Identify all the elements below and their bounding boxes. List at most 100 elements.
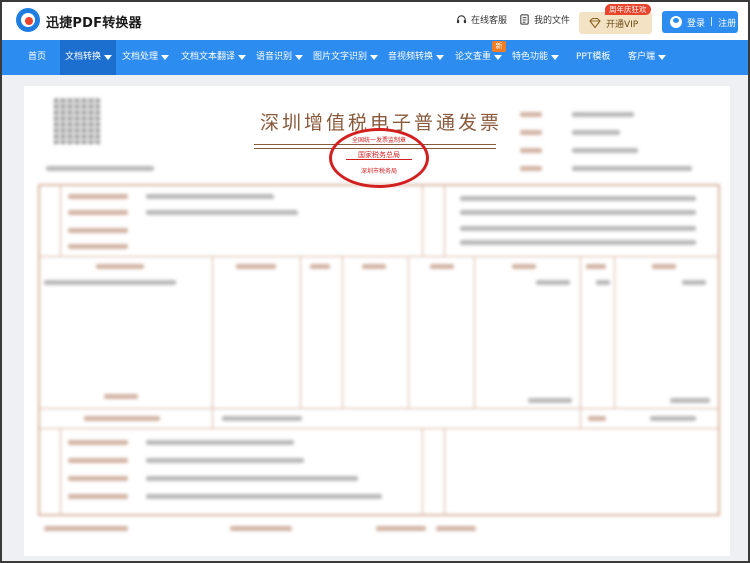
blurred-text (146, 494, 382, 499)
blurred-text (84, 416, 160, 421)
nav-item-client[interactable]: 客户端 (628, 40, 667, 75)
blurred-text (536, 280, 570, 285)
blurred-text (682, 280, 706, 285)
chevron-down-icon (295, 55, 304, 60)
nav-item-label: 文档文本翻译 (181, 52, 236, 62)
vip-label: 开通VIP (606, 19, 639, 30)
nav-item-doc-process[interactable]: 文档处理 (122, 40, 170, 75)
my-files-label: 我的文件 (534, 16, 571, 26)
blurred-text (596, 280, 610, 285)
blurred-text (520, 130, 542, 135)
blurred-text (460, 226, 696, 231)
table-divider (212, 408, 213, 428)
stamp-bottom-text: 深圳市税务局 (360, 168, 397, 175)
blurred-text (68, 228, 128, 233)
nav-item-features[interactable]: 特色功能 (512, 40, 560, 75)
blurred-text (650, 416, 696, 421)
nav-item-label: 特色功能 (512, 52, 549, 62)
online-service-link[interactable]: 在线客服 (456, 13, 507, 26)
login-register-button[interactable]: 登录 | 注册 (662, 11, 738, 33)
table-divider (580, 256, 581, 408)
new-badge: 新 (492, 41, 506, 52)
table-divider (614, 256, 615, 408)
nav-item-label: 论文查重 (455, 52, 492, 62)
blurred-text (68, 210, 128, 215)
chevron-down-icon (436, 55, 445, 60)
nav-item-av-convert[interactable]: 音视频转换 (388, 40, 445, 75)
promo-badge: 周年庆狂欢 (605, 4, 651, 15)
blurred-text (460, 240, 696, 245)
chevron-down-icon (161, 55, 170, 60)
blurred-text (512, 264, 536, 269)
stamp-divider (346, 159, 412, 160)
blurred-text (146, 458, 304, 463)
table-border (38, 184, 40, 516)
chevron-down-icon (104, 55, 113, 60)
online-service-label: 在线客服 (471, 16, 508, 26)
stamp-top-text: 全国统一发票监制章 (351, 137, 406, 144)
blurred-text (222, 416, 302, 421)
nav-item-ppt-templates[interactable]: PPT模板 (576, 40, 610, 75)
blurred-text (230, 526, 292, 531)
nav-item-label: 语音识别 (256, 52, 293, 62)
blurred-text (310, 264, 330, 269)
blurred-text (68, 476, 128, 481)
table-divider (474, 256, 475, 408)
blurred-text (44, 526, 128, 531)
table-divider (422, 428, 423, 514)
blurred-text (68, 458, 128, 463)
table-divider (580, 408, 581, 428)
login-separator: | (710, 17, 714, 27)
blurred-text (572, 112, 634, 117)
blurred-text (44, 280, 176, 285)
chevron-down-icon (370, 55, 379, 60)
blurred-text (146, 194, 274, 199)
nav-item-label: 客户端 (628, 52, 656, 62)
chevron-down-icon (494, 55, 503, 60)
blurred-text (376, 526, 426, 531)
blurred-text (146, 440, 294, 445)
blurred-text (460, 196, 696, 201)
register-label[interactable]: 注册 (718, 16, 736, 29)
my-files-link[interactable]: 我的文件 (519, 13, 570, 26)
login-label[interactable]: 登录 (687, 16, 705, 29)
nav-item-label: 音视频转换 (388, 52, 434, 62)
blurred-text (436, 526, 476, 531)
chevron-down-icon (551, 55, 560, 60)
main-nav: 首页 文档转换 文档处理 文档文本翻译 语音识别 图片文字识别 音视频转换 论文… (2, 40, 748, 75)
table-border (718, 184, 720, 516)
nav-item-speech-recognition[interactable]: 语音识别 (256, 40, 304, 75)
nav-item-doc-convert[interactable]: 文档转换 (60, 40, 116, 75)
blurred-text (520, 112, 542, 117)
blurred-text (588, 416, 606, 421)
invoice-preview: 深圳增值税电子普通发票 全国统一发票监制章 国家税务总局 深圳市税务局 (24, 86, 730, 556)
blurred-text (528, 398, 572, 403)
nav-item-image-ocr[interactable]: 图片文字识别 (313, 40, 379, 75)
blurred-text (146, 476, 358, 481)
blurred-text (104, 394, 138, 399)
brand-name[interactable]: 迅捷PDF转换器 (46, 12, 142, 31)
blurred-text (236, 264, 276, 269)
blurred-text (586, 264, 606, 269)
blurred-text (670, 398, 710, 403)
table-divider (444, 184, 445, 256)
table-divider (38, 408, 720, 409)
blurred-text (520, 148, 542, 153)
table-divider (60, 428, 61, 514)
nav-item-home[interactable]: 首页 (18, 40, 58, 75)
blurred-text (46, 166, 154, 171)
diamond-icon (589, 17, 601, 29)
blurred-text (68, 244, 128, 249)
blurred-text (68, 440, 128, 445)
file-icon (520, 14, 529, 25)
nav-item-doc-translate[interactable]: 文档文本翻译 (181, 40, 247, 75)
blurred-text (96, 264, 144, 269)
open-vip-button[interactable]: 开通VIP (579, 12, 652, 34)
table-divider (444, 428, 445, 514)
blurred-text (146, 210, 298, 215)
blurred-text (68, 194, 128, 199)
app-logo-icon[interactable] (16, 8, 40, 32)
table-divider (342, 256, 343, 408)
table-divider (408, 256, 409, 408)
table-border (38, 514, 720, 516)
